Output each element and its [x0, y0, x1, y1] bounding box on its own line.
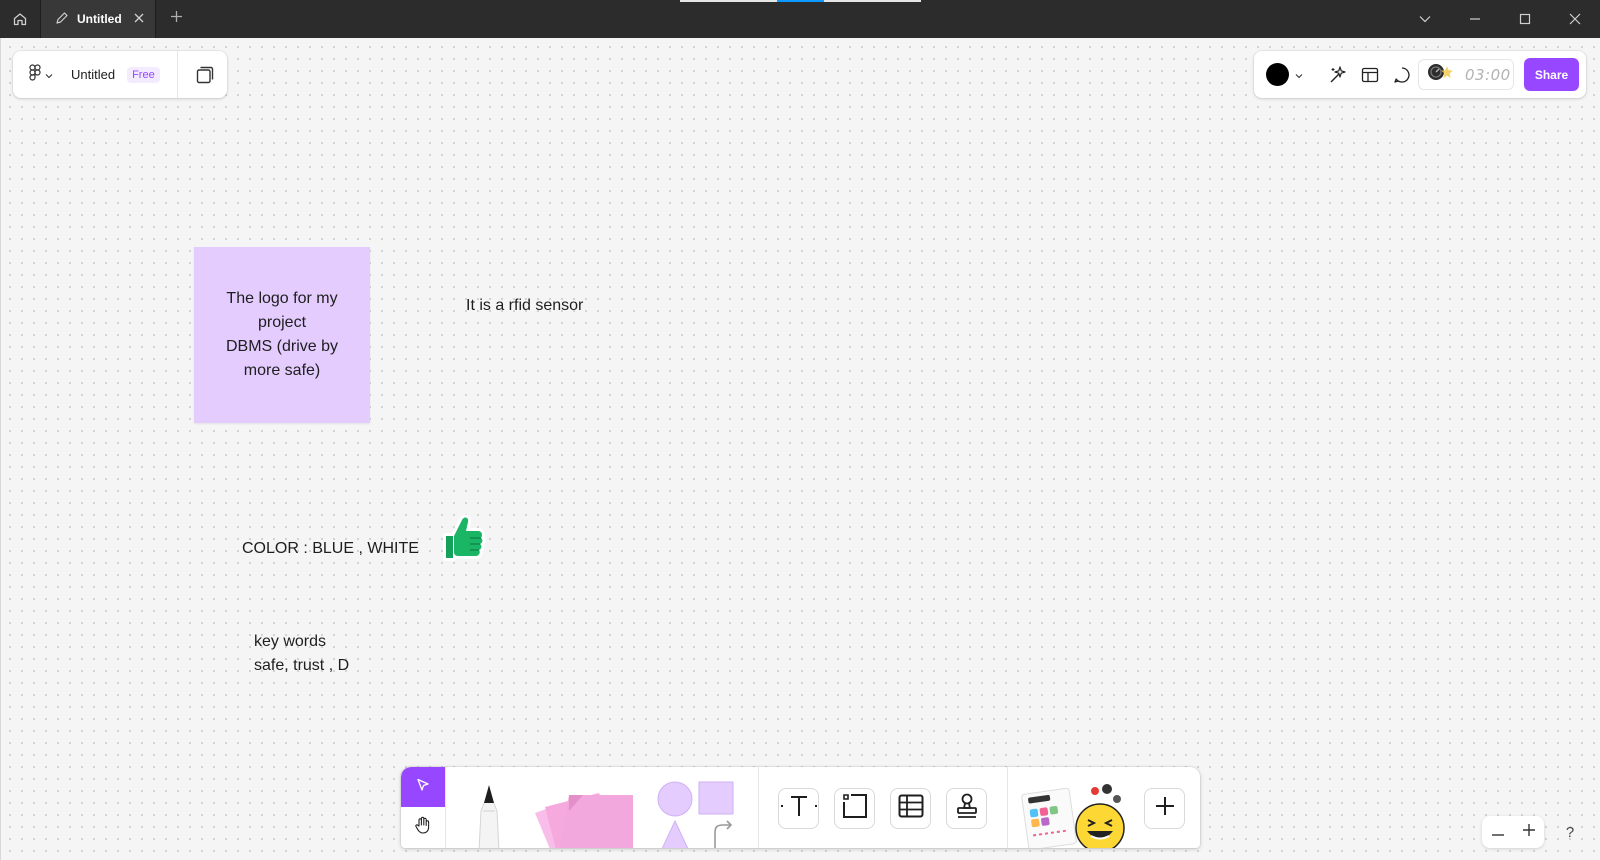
- chevron-down-icon: [45, 66, 53, 84]
- loading-bar: [680, 0, 921, 2]
- zoom-out-button[interactable]: [1482, 816, 1513, 848]
- cursor-arrow-icon: [416, 778, 430, 797]
- minimize-icon[interactable]: [1450, 0, 1500, 38]
- text-color-note[interactable]: COLOR : BLUE , WHITE: [242, 537, 419, 561]
- pages-icon[interactable]: [191, 61, 219, 89]
- file-pen-icon: [55, 11, 69, 28]
- widgets-tool[interactable]: [1021, 781, 1131, 848]
- share-button[interactable]: Share: [1524, 58, 1579, 91]
- shapes-tool[interactable]: [653, 781, 737, 848]
- table-icon: [897, 792, 925, 825]
- color-picker[interactable]: [1266, 63, 1303, 86]
- marker-tool[interactable]: [467, 781, 511, 848]
- tab-untitled[interactable]: Untitled: [40, 0, 156, 38]
- plan-badge[interactable]: Free: [127, 66, 160, 83]
- file-title[interactable]: Untitled: [71, 67, 115, 82]
- chevron-down-icon[interactable]: [1400, 0, 1450, 38]
- figma-logo-icon: [29, 63, 41, 86]
- zoom-controls: [1482, 816, 1544, 848]
- color-swatch-icon: [1266, 63, 1289, 86]
- loading-bar-segment: [777, 0, 824, 2]
- help-button[interactable]: ?: [1556, 818, 1584, 846]
- whiteboard-canvas[interactable]: [0, 38, 1600, 860]
- timer-widget[interactable]: 03:00: [1418, 59, 1514, 90]
- divider: [1007, 767, 1008, 848]
- text-keywords[interactable]: key words safe, trust , D: [254, 630, 349, 678]
- text-tool[interactable]: [778, 788, 819, 829]
- tab-title: Untitled: [77, 12, 122, 26]
- plus-icon: [1522, 823, 1535, 841]
- add-more-button[interactable]: [1144, 788, 1185, 829]
- select-tool[interactable]: [401, 767, 445, 807]
- collab-toolbar: 03:00 Share: [1254, 51, 1586, 98]
- maximize-icon[interactable]: [1500, 0, 1550, 38]
- creation-toolbar: [401, 767, 1200, 848]
- stamp-tool[interactable]: [946, 788, 987, 829]
- file-panel: Untitled Free: [13, 51, 227, 98]
- zoom-in-button[interactable]: [1513, 816, 1544, 848]
- plus-icon: [170, 10, 183, 28]
- divider: [445, 767, 446, 848]
- chevron-down-icon: [1295, 66, 1303, 84]
- new-tab-button[interactable]: [156, 0, 196, 38]
- section-tool[interactable]: [834, 788, 875, 829]
- window-close-icon[interactable]: [1550, 0, 1600, 38]
- sticky-note[interactable]: The logo for my project DBMS (drive by m…: [194, 247, 370, 423]
- timer-icon: [1427, 62, 1455, 87]
- timer-value: 03:00: [1465, 65, 1511, 84]
- text-rfid-sensor[interactable]: It is a rfid sensor: [466, 294, 583, 318]
- hand-icon: [413, 815, 433, 840]
- layout-template-icon[interactable]: [1358, 63, 1382, 87]
- minus-icon: [1491, 823, 1504, 841]
- hand-tool[interactable]: [401, 807, 445, 847]
- stamp-icon: [953, 792, 981, 825]
- section-frame-icon: [841, 792, 869, 825]
- main-menu-button[interactable]: [13, 63, 71, 86]
- thumbs-up-sticker[interactable]: [440, 512, 486, 562]
- divider: [177, 51, 178, 98]
- home-icon[interactable]: [0, 0, 40, 38]
- sticky-note-tool[interactable]: [529, 781, 641, 848]
- window-controls: [1400, 0, 1600, 38]
- sparkle-ai-icon[interactable]: [1326, 63, 1350, 87]
- plus-icon: [1154, 795, 1176, 822]
- comment-icon[interactable]: [1390, 63, 1414, 87]
- divider: [758, 767, 759, 848]
- close-icon[interactable]: [133, 12, 145, 27]
- text-icon: [780, 794, 817, 823]
- table-tool[interactable]: [890, 788, 931, 829]
- title-bar: Untitled: [0, 0, 1600, 38]
